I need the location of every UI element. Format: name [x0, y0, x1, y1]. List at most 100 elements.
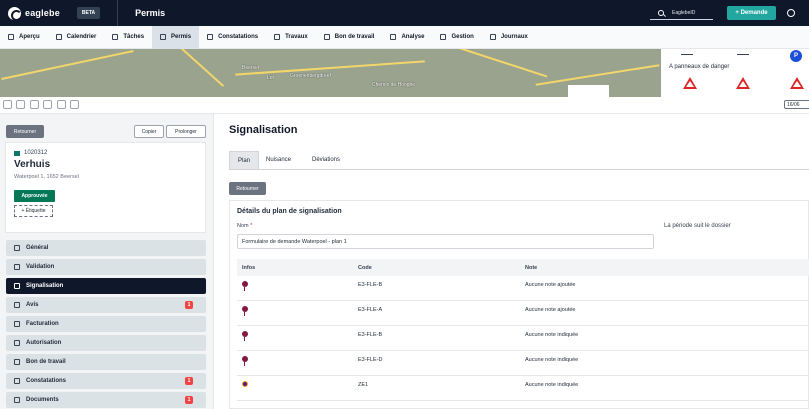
count-badge: 1 — [185, 377, 193, 385]
return-button[interactable]: Retourner — [229, 182, 266, 195]
period-note: La période suit le dossier — [664, 223, 731, 229]
tab-constatations[interactable]: Constatations — [199, 26, 266, 49]
tab-gestion[interactable]: Gestion — [432, 26, 481, 49]
logo-icon — [8, 6, 22, 21]
table-row[interactable]: ZE1 Aucune note indiquée — [237, 376, 809, 401]
tab-journaux[interactable]: Journaux — [482, 26, 536, 49]
sidebar-item-facturation[interactable]: Facturation — [6, 316, 206, 332]
sidebar-item-constatations[interactable]: Constatations 1 — [6, 373, 206, 389]
map-road — [155, 49, 225, 87]
pencil-icon[interactable] — [57, 100, 66, 109]
permit-id: 1020312 — [14, 150, 47, 156]
tab-bon-de-travail[interactable]: Bon de travail — [316, 26, 383, 49]
danger-signs-panel: A panneaux de danger — [661, 49, 809, 97]
date-button[interactable]: 16/06 — [784, 100, 809, 109]
map-label: Groenenbergdreef — [290, 73, 331, 79]
globe-icon[interactable] — [787, 9, 795, 17]
warning-sign-icon[interactable] — [683, 77, 697, 89]
extend-button[interactable]: Prolonger — [166, 125, 206, 138]
sidebar-item-documents[interactable]: Documents 1 — [6, 392, 206, 408]
tab-calendrier[interactable]: Calendrier — [48, 26, 105, 49]
sidebar-item-validation[interactable]: Validation — [6, 259, 206, 275]
tab-deviations[interactable]: Déviations — [304, 151, 348, 169]
tab-travaux[interactable]: Travaux — [266, 26, 316, 49]
tab-permis[interactable]: Permis — [152, 25, 200, 49]
sidebar-label: Facturation — [26, 321, 59, 327]
grid-icon[interactable] — [70, 100, 79, 109]
table-row[interactable]: E3-FLE-B Aucune note indiquée — [237, 326, 809, 351]
sidebar-label: Signalisation — [26, 283, 64, 289]
name-value: Formulaire de demande Waterpoel - plan 1 — [242, 238, 347, 245]
map-label: Chemin de Hooghe — [372, 82, 416, 88]
sidebar-item-bon-de-travail[interactable]: Bon de travail — [6, 354, 206, 370]
tab-label: Gestion — [451, 34, 474, 40]
zoom-icon[interactable] — [3, 100, 12, 109]
signalisation-plan-details: Détails du plan de signalisation Nom * L… — [229, 200, 809, 409]
date-value: 16/06 — [787, 101, 800, 108]
permit-address: Waterpoel 1, 1652 Beersel — [14, 174, 79, 180]
tab-analyse[interactable]: Analyse — [382, 26, 432, 49]
eaglebe-logo[interactable]: eaglebe — [8, 6, 60, 21]
sidebar-item-autorisation[interactable]: Autorisation — [6, 335, 206, 351]
sidebar-item-general[interactable]: Général — [6, 240, 206, 256]
sign-icon — [681, 51, 693, 55]
name-field[interactable]: Formulaire de demande Waterpoel - plan 1 — [237, 234, 654, 249]
column-note: Note — [525, 265, 538, 271]
warning-sign-icon[interactable] — [736, 77, 750, 89]
general-icon — [14, 245, 20, 251]
permit-icon — [14, 150, 20, 156]
tab-apercu[interactable]: Aperçu — [0, 26, 48, 49]
validation-icon — [14, 264, 20, 270]
danger-signs-title: A panneaux de danger — [669, 64, 730, 70]
module-title: Permis — [135, 8, 166, 18]
sidebar-item-avis[interactable]: Avis 1 — [6, 297, 206, 313]
document-icon — [14, 397, 20, 403]
sidebar-label: Avis — [26, 302, 39, 308]
name-label-text: Nom — [237, 223, 249, 229]
table-row[interactable]: E3-FLE-D Aucune note indiquée — [237, 351, 809, 376]
tasks-icon — [112, 34, 119, 40]
table-row[interactable]: E3-FLE-A Aucune note ajoutée — [237, 301, 809, 326]
map-pin-icon — [242, 306, 248, 316]
column-code: Code — [358, 265, 372, 271]
new-request-button[interactable]: + Demande — [727, 6, 776, 20]
permit-icon — [160, 34, 167, 40]
tab-taches[interactable]: Tâches — [104, 26, 152, 49]
permit-title: Verhuis — [14, 159, 51, 170]
count-badge: 1 — [185, 301, 193, 309]
permit-card: 1020312 Verhuis Waterpoel 1, 1652 Beerse… — [5, 142, 206, 233]
global-search[interactable]: EaglebeID — [650, 6, 713, 20]
sidebar-label: Constatations — [26, 378, 67, 384]
add-label-button[interactable]: + Étiquette — [14, 205, 53, 217]
table-header: Infos Code Note — [237, 259, 809, 276]
table-row[interactable]: E3-FLE-B Aucune note ajoutée — [237, 276, 809, 301]
sidebar-label: Autorisation — [26, 340, 62, 346]
search-value: EaglebeID — [672, 9, 696, 16]
sign-marker-icon — [242, 381, 248, 387]
page-title: Signalisation — [229, 124, 298, 136]
authorization-icon — [14, 340, 20, 346]
permit-id-value: 1020312 — [24, 150, 48, 156]
tab-label: Déviations — [312, 157, 341, 163]
works-icon — [274, 34, 281, 40]
copy-button[interactable]: Copier — [134, 125, 164, 138]
person-icon[interactable] — [30, 100, 39, 109]
map-pin-icon — [242, 356, 248, 366]
signalisation-panel: Signalisation Plan Nuisance Déviations R… — [222, 114, 809, 409]
beta-badge: BETA — [76, 7, 101, 19]
sign-note: Aucune note ajoutée — [525, 307, 576, 313]
comment-icon — [14, 302, 20, 308]
tab-plan[interactable]: Plan — [229, 151, 260, 169]
return-button[interactable]: Retourner — [6, 125, 44, 138]
sign-code: ZE1 — [358, 382, 369, 388]
sidebar-item-signalisation[interactable]: Signalisation — [6, 278, 206, 294]
tab-nuisance[interactable]: Nuisance — [258, 151, 299, 169]
parking-sign-icon[interactable]: P — [790, 50, 802, 62]
pointer-icon[interactable] — [43, 100, 52, 109]
warning-sign-icon[interactable] — [790, 77, 804, 89]
map-road — [432, 49, 548, 78]
map-view[interactable]: Beersel Lot Groenenbergdreef Chemin de H… — [0, 49, 661, 97]
sidebar-label: Documents — [26, 397, 59, 403]
location-icon[interactable] — [16, 100, 25, 109]
search-icon — [658, 9, 664, 16]
